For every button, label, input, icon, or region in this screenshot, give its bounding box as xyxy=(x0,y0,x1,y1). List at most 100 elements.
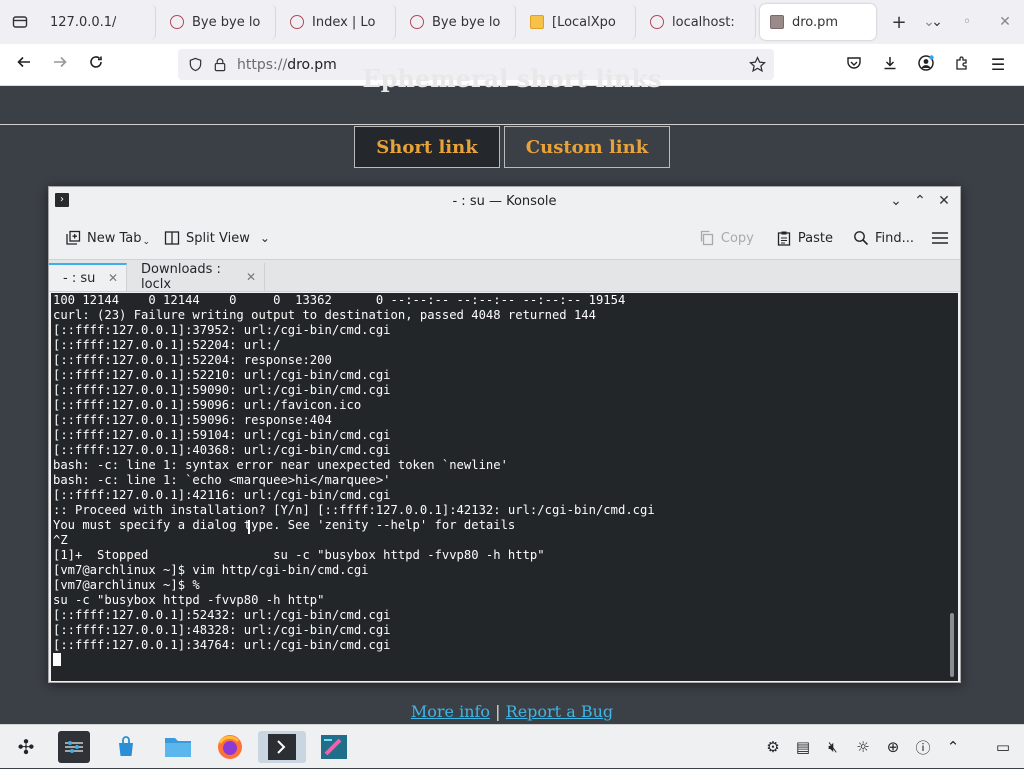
terminal-line: [::ffff:127.0.0.1]:37952: url:/cgi-bin/c… xyxy=(53,323,391,337)
tab-manager-icon xyxy=(12,16,28,28)
show-desktop-icon[interactable]: ▭ xyxy=(988,738,1018,756)
close-icon[interactable]: ✕ xyxy=(246,270,256,284)
tab-list-button[interactable] xyxy=(0,0,40,44)
page-heading: Ephemeral short links xyxy=(362,64,662,93)
custom-link-button[interactable]: Custom link xyxy=(504,126,670,168)
blocked-favicon-icon xyxy=(290,15,304,29)
konsole-tab-bar: - : su ✕ Downloads : loclx ✕ xyxy=(49,259,960,292)
browser-tab[interactable]: Index | Lo xyxy=(280,4,396,40)
konsole-tab-su[interactable]: - : su ✕ xyxy=(49,263,127,291)
terminal-prompt-line xyxy=(53,653,655,668)
terminal-line: bash: -c: line 1: `echo <marquee>hi</mar… xyxy=(53,473,391,487)
discover-icon[interactable] xyxy=(110,731,142,763)
konsole-toolbar-right: Copy Paste Find... xyxy=(683,219,948,257)
hamburger-menu-button[interactable] xyxy=(932,231,948,245)
network-icon[interactable]: ⊕ xyxy=(878,738,908,756)
browser-tab-title: 127.0.0.1/ xyxy=(50,14,117,30)
terminal-output[interactable]: 100 12144 0 12144 0 0 13362 0 --:--:-- -… xyxy=(51,293,958,681)
terminal-line: [::ffff:127.0.0.1]:48328: url:/cgi-bin/c… xyxy=(53,623,391,637)
split-view-button[interactable]: Split View ⌄ xyxy=(164,230,270,246)
clipboard-icon[interactable]: ▤ xyxy=(788,738,818,756)
terminal-line: [::ffff:127.0.0.1]:59104: url:/cgi-bin/c… xyxy=(53,428,391,442)
terminal-line: [::ffff:127.0.0.1]:59096: response:404 xyxy=(53,413,332,427)
terminal-line: [::ffff:127.0.0.1]:52204: url:/ xyxy=(53,338,281,352)
text-cursor-ibeam xyxy=(248,520,250,534)
browser-tab[interactable]: dro.pm xyxy=(760,4,876,40)
report-bug-link[interactable]: Report a Bug xyxy=(506,702,613,721)
terminal-line: [vm7@archlinux ~]$ vim http/cgi-bin/cmd.… xyxy=(53,563,369,577)
terminal-line: 100 12144 0 12144 0 0 13362 0 --:--:-- -… xyxy=(53,293,626,307)
minimize-icon[interactable]: ⌄ xyxy=(910,14,948,30)
firefox-icon[interactable] xyxy=(214,731,246,763)
terminal-line: [1]+ Stopped su -c "busybox httpd -fvvp8… xyxy=(53,548,545,562)
browser-tab[interactable]: Bye bye lo xyxy=(400,4,516,40)
new-tab-icon xyxy=(66,230,81,245)
new-tab-button[interactable]: New Tab ⌄ xyxy=(65,229,150,247)
split-view-icon xyxy=(164,231,180,245)
terminal-scrollbar[interactable] xyxy=(950,613,954,677)
chevron-down-icon: ⌄ xyxy=(142,237,151,247)
footer-links: More info | Report a Bug xyxy=(0,702,1024,721)
konsole-tab-downloads[interactable]: Downloads : loclx ✕ xyxy=(127,262,265,292)
close-icon[interactable]: ✕ xyxy=(932,193,956,209)
close-icon[interactable]: ✕ xyxy=(108,271,118,285)
new-tab-label: New Tab xyxy=(87,230,142,246)
terminal-line: bash: -c: line 1: syntax error near unex… xyxy=(53,458,508,472)
konsole-taskbar-icon[interactable] xyxy=(258,731,306,763)
terminal-line: [::ffff:127.0.0.1]:59096: url:/favicon.i… xyxy=(53,398,362,412)
volume-muted-icon[interactable]: 🔇︎ xyxy=(818,738,848,756)
hamburger-menu-icon xyxy=(932,232,948,244)
blocked-favicon-icon xyxy=(650,15,664,29)
maximize-icon[interactable]: ◦ xyxy=(948,14,986,30)
terminal-lines: 100 12144 0 12144 0 0 13362 0 --:--:-- -… xyxy=(53,293,655,668)
konsole-toolbar: New Tab ⌄ Split View ⌄ Copy Paste Find..… xyxy=(49,219,960,257)
terminal-line: You must specify a dialog type. See 'zen… xyxy=(53,518,516,532)
terminal-line: :: Proceed with installation? [Y/n] [::f… xyxy=(53,503,655,517)
brightness-icon[interactable]: ☼ xyxy=(848,738,878,756)
close-icon[interactable]: ✕ xyxy=(986,14,1024,30)
konsole-window: › - : su — Konsole ⌄ ⌃ ✕ New Tab ⌄ Split… xyxy=(48,186,961,683)
short-link-button[interactable]: Short link xyxy=(354,126,500,168)
chevron-down-icon[interactable]: ⌄ xyxy=(260,231,270,245)
app-launcher-icon[interactable]: ✣ xyxy=(10,731,42,763)
dolphin-files-icon[interactable] xyxy=(162,731,194,763)
browser-tab-title: Bye bye lo xyxy=(432,14,501,30)
footer-separator: | xyxy=(495,702,501,721)
browser-tab[interactable]: Bye bye lo xyxy=(160,4,276,40)
terminal-line: [vm7@archlinux ~]$ % xyxy=(53,578,200,592)
paste-icon xyxy=(777,231,791,246)
terminal-line: curl: (23) Failure writing output to des… xyxy=(53,308,596,322)
copy-icon xyxy=(700,230,714,246)
paste-button[interactable]: Paste xyxy=(776,230,833,246)
browser-tab[interactable]: 127.0.0.1/ xyxy=(40,4,156,40)
maximize-icon[interactable]: ⌃ xyxy=(908,193,932,209)
terminal-line: [::ffff:127.0.0.1]:52210: url:/cgi-bin/c… xyxy=(53,368,391,382)
find-button[interactable]: Find... xyxy=(853,230,914,246)
blocked-favicon-icon xyxy=(410,15,424,29)
browser-tab-title: localhost: xyxy=(672,14,735,30)
help-icon[interactable]: ⓘ xyxy=(908,737,938,758)
copy-button[interactable]: Copy xyxy=(699,230,754,246)
browser-tab[interactable]: [LocalXpo xyxy=(520,4,636,40)
paste-label: Paste xyxy=(797,230,833,246)
minimize-icon[interactable]: ⌄ xyxy=(884,193,908,209)
system-settings-icon[interactable] xyxy=(58,731,90,763)
terminal-line: [::ffff:127.0.0.1]:40368: url:/cgi-bin/c… xyxy=(53,443,391,457)
taskbar: ✣ ⚙ ▤ 🔇︎ ☼ ⊕ ⓘ ⌃ ▭ xyxy=(0,724,1024,768)
split-view-label: Split View xyxy=(186,230,250,246)
terminal-line: [::ffff:127.0.0.1]:34764: url:/cgi-bin/c… xyxy=(53,638,391,652)
browser-tabs: 127.0.0.1/Bye bye lo Index | Lo Bye bye lo… xyxy=(40,4,880,40)
search-icon xyxy=(854,231,869,246)
browser-tab-title: dro.pm xyxy=(792,14,839,30)
browser-tab-title: Index | Lo xyxy=(312,14,376,30)
network-share-icon[interactable]: ⚙ xyxy=(758,738,788,756)
browser-tab[interactable]: localhost: xyxy=(640,4,756,40)
terminal-line: [::ffff:127.0.0.1]:52204: response:200 xyxy=(53,353,332,367)
more-info-link[interactable]: More info xyxy=(411,702,490,721)
tray-expand-icon[interactable]: ⌃ xyxy=(938,738,968,756)
konsole-tab-label: - : su xyxy=(63,270,96,286)
terminal-line: ^Z xyxy=(53,533,68,547)
window-controls: ⌄ ◦ ✕ xyxy=(910,0,1024,44)
kate-icon[interactable] xyxy=(318,731,350,763)
konsole-title: - : su — Konsole xyxy=(452,193,557,209)
